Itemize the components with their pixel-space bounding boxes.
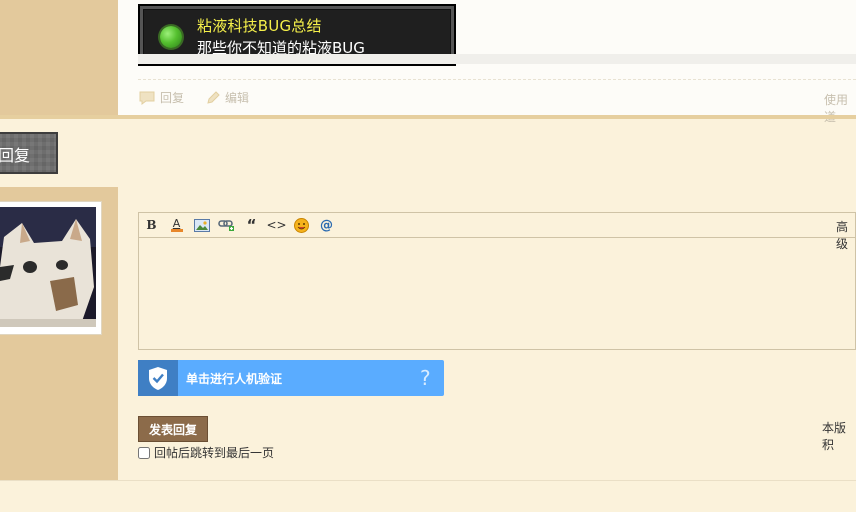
post-divider-bar (138, 54, 856, 64)
cat-avatar-icon (0, 207, 96, 327)
captcha-label: 单击进行人机验证 (186, 372, 283, 386)
reply-section-title: 回复 (0, 146, 31, 165)
reply-link[interactable]: 回复 (138, 89, 184, 106)
image-icon (193, 218, 210, 232)
shield-check-icon (149, 367, 167, 390)
top-author-column (0, 0, 118, 116)
jump-to-last-page-option[interactable]: 回帖后跳转到最后一页 (138, 444, 274, 461)
code-button[interactable]: <> (264, 213, 289, 237)
font-color-button[interactable]: A (164, 213, 189, 237)
quote-icon: “ (246, 216, 257, 234)
insert-image-button[interactable] (189, 213, 214, 237)
jump-to-last-page-label: 回帖后跳转到最后一页 (154, 446, 275, 460)
edit-link-label: 编辑 (225, 91, 250, 105)
mention-button[interactable]: @ (314, 213, 339, 237)
section-separator (0, 115, 856, 119)
bold-icon: B (146, 218, 157, 232)
post-divider (138, 79, 856, 80)
advanced-mode-link[interactable]: 高级 (836, 218, 856, 252)
use-item-link[interactable]: 使用道 (824, 91, 856, 125)
font-color-icon: A (170, 218, 183, 232)
footer-divider (0, 480, 856, 481)
captcha-help-icon[interactable]: ? (420, 366, 431, 390)
reply-link-label: 回复 (160, 91, 185, 105)
edit-link[interactable]: 编辑 (205, 89, 249, 106)
bold-button[interactable]: B (139, 213, 164, 237)
submit-reply-button[interactable]: 发表回复 (138, 416, 208, 442)
smiley-icon (294, 217, 309, 233)
emoji-button[interactable] (289, 213, 314, 237)
advancement-title: 粘液科技BUG总结 (197, 17, 322, 35)
jump-to-last-page-checkbox[interactable] (138, 446, 150, 459)
speech-bubble-icon (139, 91, 155, 105)
captcha-button[interactable] (138, 360, 444, 396)
at-icon: @ (320, 217, 333, 233)
code-icon: <> (266, 218, 287, 232)
captcha-shield-area (138, 360, 178, 396)
link-icon (218, 219, 234, 231)
insert-link-button[interactable] (214, 213, 239, 237)
board-points-note: 本版积 (822, 421, 847, 452)
avatar[interactable] (0, 207, 96, 327)
slime-ball-icon (160, 26, 182, 48)
pencil-icon (207, 90, 220, 104)
editor-toolbar: B A “ <> @ (139, 213, 856, 238)
quote-button[interactable]: “ (239, 213, 264, 237)
